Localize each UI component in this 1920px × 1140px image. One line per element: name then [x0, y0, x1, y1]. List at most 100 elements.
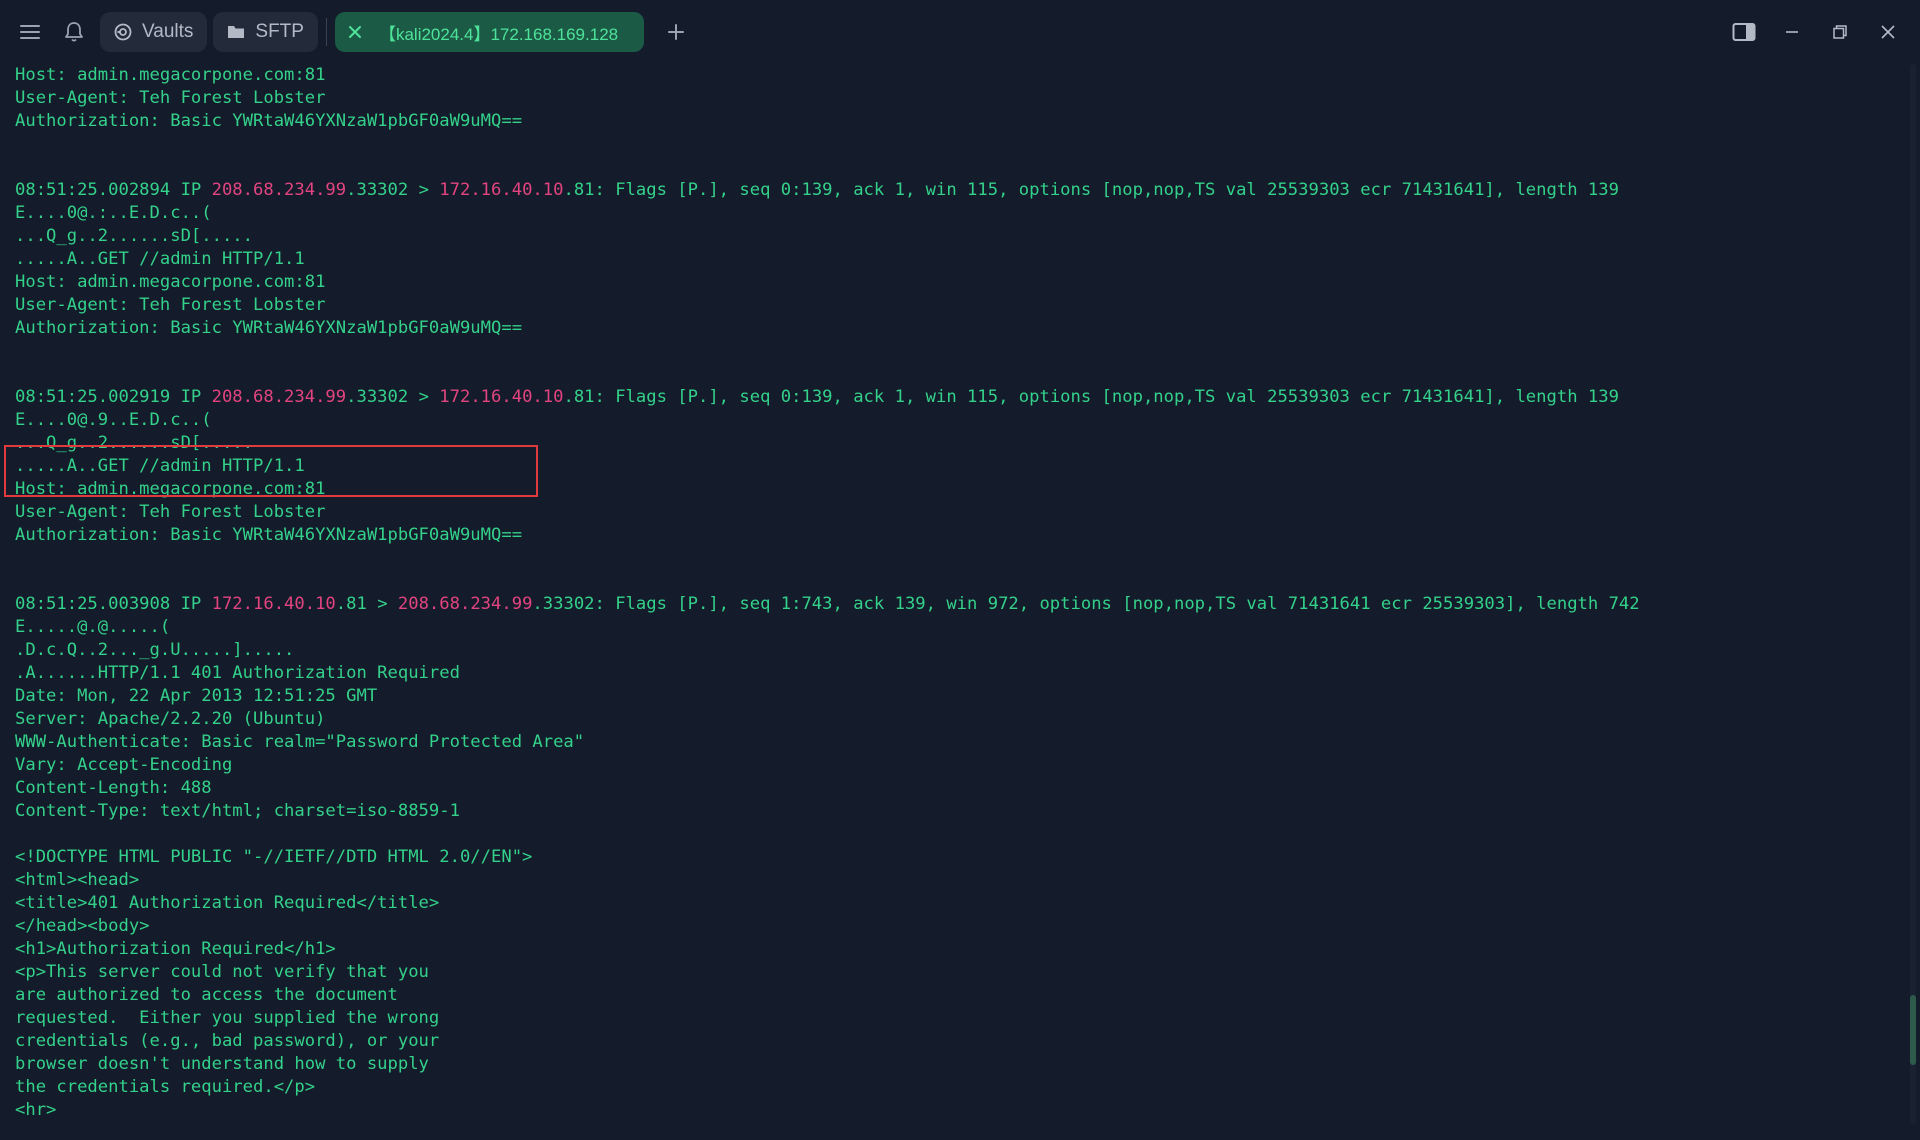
terminal-text: <p>This server could not verify that you: [15, 962, 429, 982]
terminal-line: .D.c.Q..2..._g.U.....].....: [15, 639, 1900, 662]
restore-icon[interactable]: [1818, 12, 1862, 52]
terminal-text: User-Agent: Teh Forest Lobster: [15, 295, 326, 315]
terminal-text: Authorization: Basic YWRtaW46YXNzaW1pbGF…: [15, 318, 523, 338]
terminal-text: Vary: Accept-Encoding: [15, 755, 233, 775]
ip-address: 208.68.234.99: [211, 180, 347, 200]
terminal-text: </head><body>: [15, 916, 150, 936]
terminal-text: <!DOCTYPE HTML PUBLIC "-//IETF//DTD HTML…: [15, 847, 533, 867]
terminal-line: are authorized to access the document: [15, 984, 1900, 1007]
terminal-text: requested. Either you supplied the wrong: [15, 1008, 440, 1028]
terminal-text: 08:51:25.003908 IP: [15, 594, 212, 614]
terminal-text: 08:51:25.002894 IP: [15, 180, 212, 200]
terminal-text: .33302: Flags [P.], seq 1:743, ack 139, …: [532, 594, 1640, 614]
terminal-line: Date: Mon, 22 Apr 2013 12:51:25 GMT: [15, 685, 1900, 708]
terminal-line: Authorization: Basic YWRtaW46YXNzaW1pbGF…: [15, 317, 1900, 340]
terminal-text: credentials (e.g., bad password), or you…: [15, 1031, 440, 1051]
terminal-line: <html><head>: [15, 869, 1900, 892]
active-session-tab[interactable]: 【kali2024.4】172.168.169.128: [334, 12, 645, 52]
terminal-line: .A......HTTP/1.1 401 Authorization Requi…: [15, 662, 1900, 685]
terminal-line: browser doesn't understand how to supply: [15, 1053, 1900, 1076]
terminal-text: WWW-Authenticate: Basic realm="Password …: [15, 732, 585, 752]
terminal-line: 08:51:25.002919 IP 208.68.234.99.33302 >…: [15, 386, 1900, 409]
terminal-text: Authorization: Basic YWRtaW46YXNzaW1pbGF…: [15, 111, 523, 131]
terminal-text: .A......HTTP/1.1 401 Authorization Requi…: [15, 663, 460, 683]
terminal-line: WWW-Authenticate: Basic realm="Password …: [15, 731, 1900, 754]
terminal-line: .....A..GET //admin HTTP/1.1: [15, 455, 1900, 478]
terminal-output[interactable]: Host: admin.megacorpone.com:81 User-Agent…: [0, 64, 1900, 1140]
terminal-line: <title>401 Authorization Required</title…: [15, 892, 1900, 915]
terminal-line: User-Agent: Teh Forest Lobster: [15, 87, 1900, 110]
terminal-line: <p>This server could not verify that you: [15, 961, 1900, 984]
terminal-text: .81: Flags [P.], seq 0:139, ack 1, win 1…: [563, 387, 1619, 407]
terminal-text: .....A..GET //admin HTTP/1.1: [15, 249, 305, 269]
terminal-line: ...Q_g..2......sD[.....: [15, 432, 1900, 455]
ip-address: 172.16.40.10: [439, 180, 564, 200]
split-view-icon[interactable]: [1722, 12, 1766, 52]
terminal-line: Authorization: Basic YWRtaW46YXNzaW1pbGF…: [15, 524, 1900, 547]
window-controls: [1722, 12, 1910, 52]
menu-icon[interactable]: [10, 12, 50, 52]
close-window-icon[interactable]: [1866, 12, 1910, 52]
bell-icon[interactable]: [54, 12, 94, 52]
terminal-text: 08:51:25.002919 IP: [15, 387, 212, 407]
terminal-text: Content-Type: text/html; charset=iso-885…: [15, 801, 460, 821]
terminal-text: ...Q_g..2......sD[.....: [15, 226, 253, 246]
terminal-line: User-Agent: Teh Forest Lobster: [15, 294, 1900, 317]
terminal-line: Server: Apache/2.2.20 (Ubuntu): [15, 708, 1900, 731]
terminal-text: are authorized to access the document: [15, 985, 398, 1005]
terminal-line: </head><body>: [15, 915, 1900, 938]
title-bar: Vaults SFTP 【kali2024.4】172.168.169.128: [0, 0, 1920, 64]
terminal-text: .33302 >: [346, 180, 440, 200]
terminal-line: E.....@.@.....(: [15, 616, 1900, 639]
terminal-line: Host: admin.megacorpone.com:81: [15, 64, 1900, 87]
terminal-line: credentials (e.g., bad password), or you…: [15, 1030, 1900, 1053]
terminal-text: <hr>: [15, 1100, 57, 1120]
close-tab-icon[interactable]: [347, 24, 363, 40]
terminal-text: <title>401 Authorization Required</title…: [15, 893, 440, 913]
terminal-line: Content-Type: text/html; charset=iso-885…: [15, 800, 1900, 823]
terminal-text: the credentials required.</p>: [15, 1077, 316, 1097]
vault-icon: [114, 23, 132, 41]
scrollbar[interactable]: [1910, 64, 1916, 1124]
terminal-text: browser doesn't understand how to supply: [15, 1054, 429, 1074]
terminal-line: <hr>: [15, 1099, 1900, 1122]
sftp-tab[interactable]: SFTP: [213, 12, 318, 52]
vaults-tab[interactable]: Vaults: [100, 12, 208, 52]
terminal-line: Host: admin.megacorpone.com:81: [15, 478, 1900, 501]
terminal-text: .D.c.Q..2..._g.U.....].....: [15, 640, 295, 660]
ip-address: 172.16.40.10: [211, 594, 336, 614]
terminal-line: E....0@.:..E.D.c..(: [15, 202, 1900, 225]
minimize-icon[interactable]: [1770, 12, 1814, 52]
terminal-text: Content-Length: 488: [15, 778, 212, 798]
scrollbar-thumb[interactable]: [1910, 995, 1916, 1065]
vaults-label: Vaults: [142, 21, 194, 42]
terminal-text: Authorization: Basic YWRtaW46YXNzaW1pbGF…: [15, 525, 523, 545]
terminal-line: the credentials required.</p>: [15, 1076, 1900, 1099]
terminal-text: .....A..GET //admin HTTP/1.1: [15, 456, 305, 476]
terminal-line: <h1>Authorization Required</h1>: [15, 938, 1900, 961]
terminal-line: .....A..GET //admin HTTP/1.1: [15, 248, 1900, 271]
terminal-text: User-Agent: Teh Forest Lobster: [15, 502, 326, 522]
terminal-text: <h1>Authorization Required</h1>: [15, 939, 336, 959]
terminal-line: User-Agent: Teh Forest Lobster: [15, 501, 1900, 524]
ip-address: 208.68.234.99: [211, 387, 347, 407]
terminal-text: Server: Apache/2.2.20 (Ubuntu): [15, 709, 326, 729]
terminal-text: ...Q_g..2......sD[.....: [15, 433, 253, 453]
terminal-text: .81: Flags [P.], seq 0:139, ack 1, win 1…: [563, 180, 1619, 200]
sftp-label: SFTP: [255, 21, 304, 42]
terminal-text: E....0@.:..E.D.c..(: [15, 203, 212, 223]
terminal-line: requested. Either you supplied the wrong: [15, 1007, 1900, 1030]
plus-icon[interactable]: [656, 12, 696, 52]
terminal-text: Date: Mon, 22 Apr 2013 12:51:25 GMT: [15, 686, 378, 706]
terminal-line: E....0@.9..E.D.c..(: [15, 409, 1900, 432]
terminal-text: E....0@.9..E.D.c..(: [15, 410, 212, 430]
ip-address: 208.68.234.99: [397, 594, 533, 614]
terminal-text: .33302 >: [346, 387, 440, 407]
terminal-line: Authorization: Basic YWRtaW46YXNzaW1pbGF…: [15, 110, 1900, 133]
